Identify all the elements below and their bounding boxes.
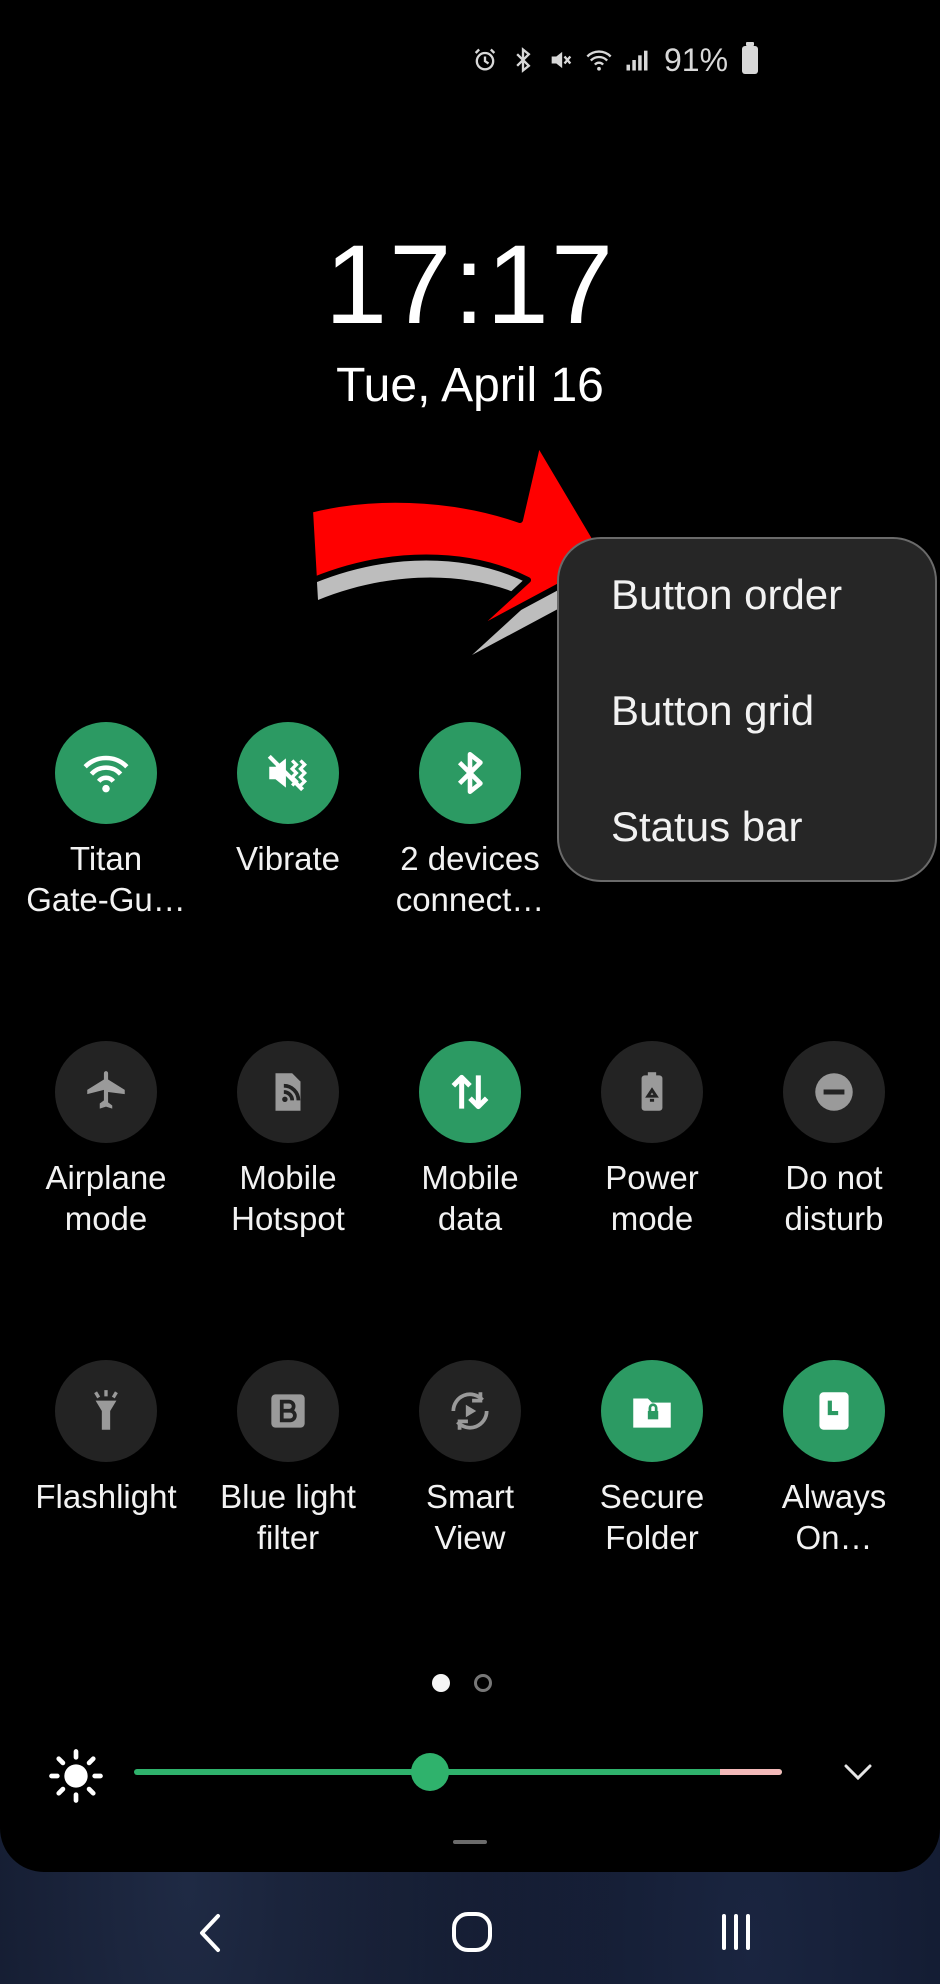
page-dot-inactive[interactable]: [474, 1674, 492, 1692]
mute-icon: [546, 45, 576, 75]
menu-item-status-bar[interactable]: Status bar: [611, 803, 802, 851]
brightness-slider-track[interactable]: [134, 1769, 782, 1775]
home-button[interactable]: [450, 1910, 494, 1954]
page-indicator: [432, 1674, 492, 1692]
clock-time: 17:17: [324, 222, 616, 347]
tile-smart-view-button[interactable]: [419, 1360, 521, 1462]
tile-mobile-hotspot[interactable]: Mobile Hotspot: [197, 1041, 379, 1239]
status-bar: 91%: [470, 40, 759, 80]
recent-apps-button[interactable]: [716, 1912, 756, 1952]
tile-wifi-label: Titan Gate-Gu…: [26, 840, 186, 918]
back-button[interactable]: [192, 1910, 228, 1956]
tile-always-on-display-label: Always On…: [781, 1478, 887, 1556]
tile-power-mode-button[interactable]: [601, 1041, 703, 1143]
tile-flashlight[interactable]: Flashlight: [15, 1360, 197, 1517]
tile-secure-folder-button[interactable]: [601, 1360, 703, 1462]
tile-always-on-display-button[interactable]: [783, 1360, 885, 1462]
smart-view-icon: [451, 1392, 489, 1430]
tile-bluetooth-label: 2 devices connect…: [395, 840, 545, 918]
page-dot-active[interactable]: [432, 1674, 450, 1692]
flashlight-icon: [94, 1390, 118, 1430]
options-menu: Button order Button grid Status bar: [557, 537, 937, 882]
clock-date: Tue, April 16: [336, 359, 604, 412]
tile-power-mode-label: Power mode: [605, 1159, 699, 1237]
bluetooth-icon: [508, 45, 538, 75]
tile-smart-view-label: Smart View: [425, 1478, 514, 1556]
tile-airplane-mode-label: Airplane mode: [45, 1159, 167, 1237]
bluetooth-icon: [457, 751, 483, 795]
tile-blue-light-filter-label: Blue light filter: [220, 1478, 356, 1556]
tile-mobile-hotspot-label: Mobile Hotspot: [231, 1159, 345, 1237]
tile-vibrate-label: Vibrate: [236, 840, 340, 877]
tile-airplane-mode[interactable]: Airplane mode: [15, 1041, 197, 1239]
wifi-icon: [584, 45, 614, 75]
signal-icon: [622, 45, 652, 75]
tile-airplane-mode-button[interactable]: [55, 1041, 157, 1143]
tile-smart-view[interactable]: Smart View: [379, 1360, 561, 1558]
tile-mobile-data-label: Mobile data: [421, 1159, 519, 1237]
brightness-slider-extra-range: [720, 1769, 782, 1775]
tile-always-on-display[interactable]: Always On…: [743, 1360, 925, 1558]
chevron-down-icon[interactable]: [838, 1756, 878, 1788]
brightness-slider-thumb[interactable]: [411, 1753, 449, 1791]
tile-mobile-data-button[interactable]: [419, 1041, 521, 1143]
always-on-display-icon: [819, 1392, 849, 1430]
blue-light-filter-icon: [271, 1394, 305, 1428]
tile-bluetooth[interactable]: 2 devices connect…: [379, 722, 561, 920]
secure-folder-icon: [633, 1398, 671, 1428]
mobile-data-icon: [451, 1074, 489, 1110]
tile-secure-folder[interactable]: Secure Folder: [561, 1360, 743, 1558]
power-mode-icon: [641, 1072, 663, 1111]
tile-mobile-data[interactable]: Mobile data: [379, 1041, 561, 1239]
tile-blue-light-filter-button[interactable]: [237, 1360, 339, 1462]
airplane-icon: [87, 1071, 125, 1109]
battery-percent: 91%: [664, 41, 729, 78]
tile-power-mode[interactable]: Power mode: [561, 1041, 743, 1239]
hotspot-icon: [275, 1073, 301, 1111]
tile-bluetooth-button[interactable]: [419, 722, 521, 824]
alarm-icon: [470, 45, 500, 75]
tile-secure-folder-label: Secure Folder: [599, 1478, 705, 1556]
brightness-icon: [49, 1749, 103, 1803]
tile-wifi[interactable]: Titan Gate-Gu…: [15, 722, 197, 920]
tile-do-not-disturb[interactable]: Do not disturb: [743, 1041, 925, 1239]
tile-do-not-disturb-label: Do not disturb: [784, 1159, 884, 1237]
tile-do-not-disturb-button[interactable]: [783, 1041, 885, 1143]
tile-blue-light-filter[interactable]: Blue light filter: [197, 1360, 379, 1558]
tile-vibrate-button[interactable]: [237, 722, 339, 824]
vibrate-icon: [267, 754, 308, 792]
panel-drag-handle[interactable]: [453, 1840, 487, 1844]
tile-mobile-hotspot-button[interactable]: [237, 1041, 339, 1143]
do-not-disturb-icon: [815, 1073, 853, 1111]
tile-wifi-button[interactable]: [55, 722, 157, 824]
tile-flashlight-label: Flashlight: [35, 1478, 177, 1515]
menu-item-button-order[interactable]: Button order: [611, 571, 842, 619]
tile-vibrate[interactable]: Vibrate: [197, 722, 379, 879]
battery-icon: [742, 42, 759, 74]
wifi-icon: [83, 755, 129, 793]
menu-item-button-grid[interactable]: Button grid: [611, 687, 814, 735]
tile-flashlight-button[interactable]: [55, 1360, 157, 1462]
